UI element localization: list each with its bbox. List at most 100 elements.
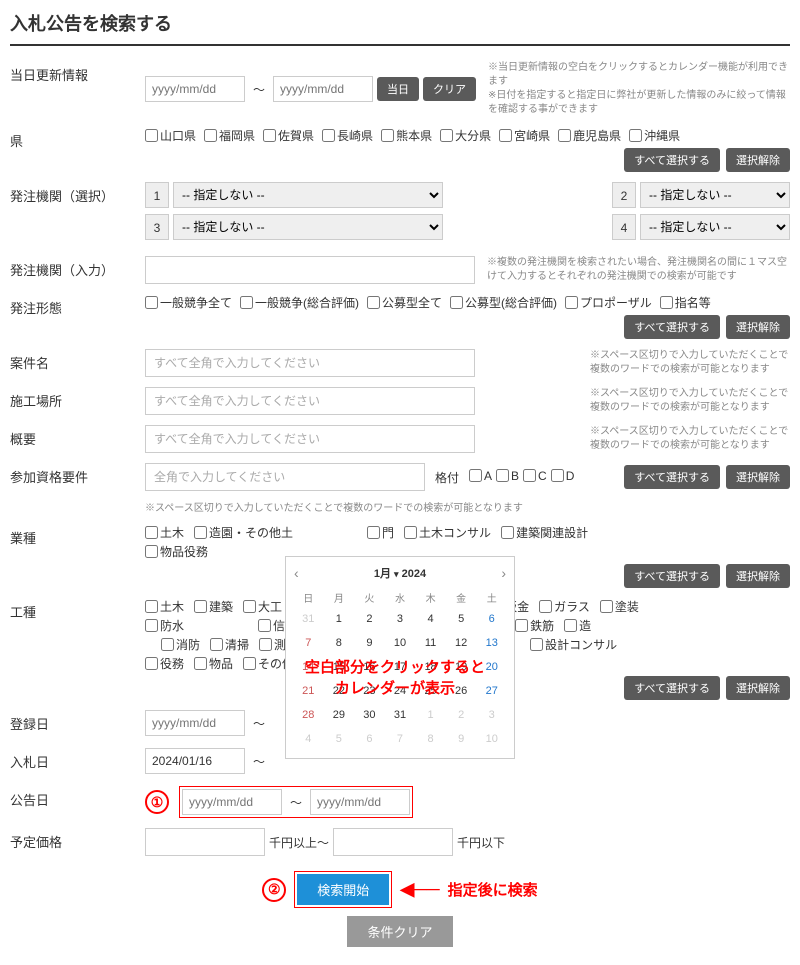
price-from[interactable] (145, 828, 265, 856)
rank-cb-B[interactable]: B (496, 469, 519, 483)
cal-day[interactable]: 12 (447, 632, 476, 654)
agency-select-2[interactable]: -- 指定しない -- (640, 182, 790, 208)
pref-cb-6[interactable]: 宮崎県 (499, 127, 550, 144)
agency-input[interactable] (145, 256, 475, 284)
worktype-cb-10[interactable]: ガラス (539, 598, 590, 615)
cal-day[interactable]: 31 (386, 704, 415, 726)
worktype-cb-29[interactable]: 清掃 (210, 636, 249, 653)
worktype-cb-23[interactable]: 造 (564, 617, 591, 634)
worktype-cb-12[interactable]: 防水 (145, 617, 184, 634)
deselect-industry[interactable]: 選択解除 (726, 564, 790, 588)
industry-cb-8[interactable]: 建築関連設計 (501, 524, 588, 541)
cal-prev-icon[interactable]: ‹ (294, 565, 299, 581)
industry-cb-0[interactable]: 土木 (145, 524, 184, 541)
biddate-from[interactable] (145, 748, 245, 774)
cal-day[interactable]: 28 (294, 704, 323, 726)
pref-cb-3[interactable]: 長崎県 (322, 127, 373, 144)
select-all-qual[interactable]: すべて選択する (624, 465, 720, 489)
worktype-cb-1[interactable]: 建築 (194, 598, 233, 615)
pref-cb-2[interactable]: 佐賀県 (263, 127, 314, 144)
regdate-from[interactable] (145, 710, 245, 736)
worktype-cb-11[interactable]: 塗装 (600, 598, 639, 615)
industry-cb-1[interactable]: 造園・その他土 (194, 524, 293, 541)
industry-cb-7[interactable]: 土木コンサル (404, 524, 491, 541)
deselect-worktype[interactable]: 選択解除 (726, 676, 790, 700)
worktype-cb-38[interactable]: 役務 (145, 655, 184, 672)
rank-cb-D[interactable]: D (551, 469, 575, 483)
today-button[interactable]: 当日 (377, 77, 419, 101)
cal-day[interactable]: 5 (447, 608, 476, 630)
update-date-to[interactable] (273, 76, 373, 102)
cal-day[interactable]: 3 (386, 608, 415, 630)
pref-cb-0[interactable]: 山口県 (145, 127, 196, 144)
cal-day[interactable]: 4 (294, 728, 323, 750)
deselect-pref[interactable]: 選択解除 (726, 148, 790, 172)
place-input[interactable] (145, 387, 475, 415)
cal-day[interactable]: 1 (325, 608, 354, 630)
cal-day[interactable]: 6 (477, 608, 506, 630)
qual-input[interactable] (145, 463, 425, 491)
worktype-cb-39[interactable]: 物品 (194, 655, 233, 672)
select-all-pref[interactable]: すべて選択する (624, 148, 720, 172)
cal-day[interactable]: 3 (477, 704, 506, 726)
agency-select-3[interactable]: -- 指定しない -- (173, 214, 443, 240)
worktype-cb-28[interactable]: 消防 (161, 636, 200, 653)
pref-cb-7[interactable]: 鹿児島県 (558, 127, 621, 144)
search-button[interactable]: 検索開始 (297, 874, 389, 905)
pref-cb-1[interactable]: 福岡県 (204, 127, 255, 144)
rank-cb-A[interactable]: A (469, 469, 492, 483)
agency-select-1[interactable]: -- 指定しない -- (173, 182, 443, 208)
cal-day[interactable]: 6 (355, 728, 384, 750)
cal-day[interactable]: 2 (447, 704, 476, 726)
bidtype-cb-5[interactable]: 指名等 (660, 294, 711, 311)
deselect-qual[interactable]: 選択解除 (726, 465, 790, 489)
name-input[interactable] (145, 349, 475, 377)
select-all-bidtype[interactable]: すべて選択する (624, 315, 720, 339)
worktype-cb-17[interactable]: 信 (258, 617, 285, 634)
update-date-from[interactable] (145, 76, 245, 102)
cal-day[interactable]: 1 (416, 704, 445, 726)
cal-day[interactable]: 8 (416, 728, 445, 750)
price-to[interactable] (333, 828, 453, 856)
pref-cb-8[interactable]: 沖縄県 (629, 127, 680, 144)
bidtype-cb-1[interactable]: 一般競争(総合評価) (240, 294, 359, 311)
industry-cb-9[interactable]: 物品役務 (145, 543, 208, 560)
cal-day[interactable]: 29 (325, 704, 354, 726)
pref-cb-4[interactable]: 熊本県 (381, 127, 432, 144)
pref-cb-5[interactable]: 大分県 (440, 127, 491, 144)
clear-button[interactable]: クリア (423, 77, 476, 101)
agency-select-4[interactable]: -- 指定しない -- (640, 214, 790, 240)
noticedate-to[interactable] (310, 789, 410, 815)
cal-day[interactable]: 7 (386, 728, 415, 750)
select-all-worktype[interactable]: すべて選択する (624, 676, 720, 700)
cal-day[interactable]: 4 (416, 608, 445, 630)
industry-cb-6[interactable]: 門 (367, 524, 394, 541)
cal-day[interactable]: 10 (477, 728, 506, 750)
cal-day[interactable]: 7 (294, 632, 323, 654)
cal-day[interactable]: 31 (294, 608, 323, 630)
cal-day[interactable]: 11 (416, 632, 445, 654)
worktype-cb-22[interactable]: 鉄筋 (515, 617, 554, 634)
cal-day[interactable]: 30 (355, 704, 384, 726)
rank-cb-C[interactable]: C (523, 469, 547, 483)
noticedate-from[interactable] (182, 789, 282, 815)
cal-day[interactable]: 8 (325, 632, 354, 654)
deselect-bidtype[interactable]: 選択解除 (726, 315, 790, 339)
cal-day[interactable]: 10 (386, 632, 415, 654)
bidtype-cb-0[interactable]: 一般競争全て (145, 294, 232, 311)
cal-next-icon[interactable]: › (501, 565, 506, 581)
worktype-cb-2[interactable]: 大工 (243, 598, 282, 615)
cal-day[interactable]: 9 (447, 728, 476, 750)
clear-conditions-button[interactable]: 条件クリア (347, 916, 452, 947)
bidtype-cb-2[interactable]: 公募型全て (367, 294, 442, 311)
cal-day[interactable]: 13 (477, 632, 506, 654)
cal-day[interactable]: 5 (325, 728, 354, 750)
cal-day[interactable]: 9 (355, 632, 384, 654)
summary-input[interactable] (145, 425, 475, 453)
bidtype-cb-4[interactable]: プロポーザル (565, 294, 652, 311)
worktype-cb-0[interactable]: 土木 (145, 598, 184, 615)
bidtype-cb-3[interactable]: 公募型(総合評価) (450, 294, 557, 311)
worktype-cb-37[interactable]: 設計コンサル (530, 636, 617, 653)
select-all-industry[interactable]: すべて選択する (624, 564, 720, 588)
cal-day[interactable]: 2 (355, 608, 384, 630)
